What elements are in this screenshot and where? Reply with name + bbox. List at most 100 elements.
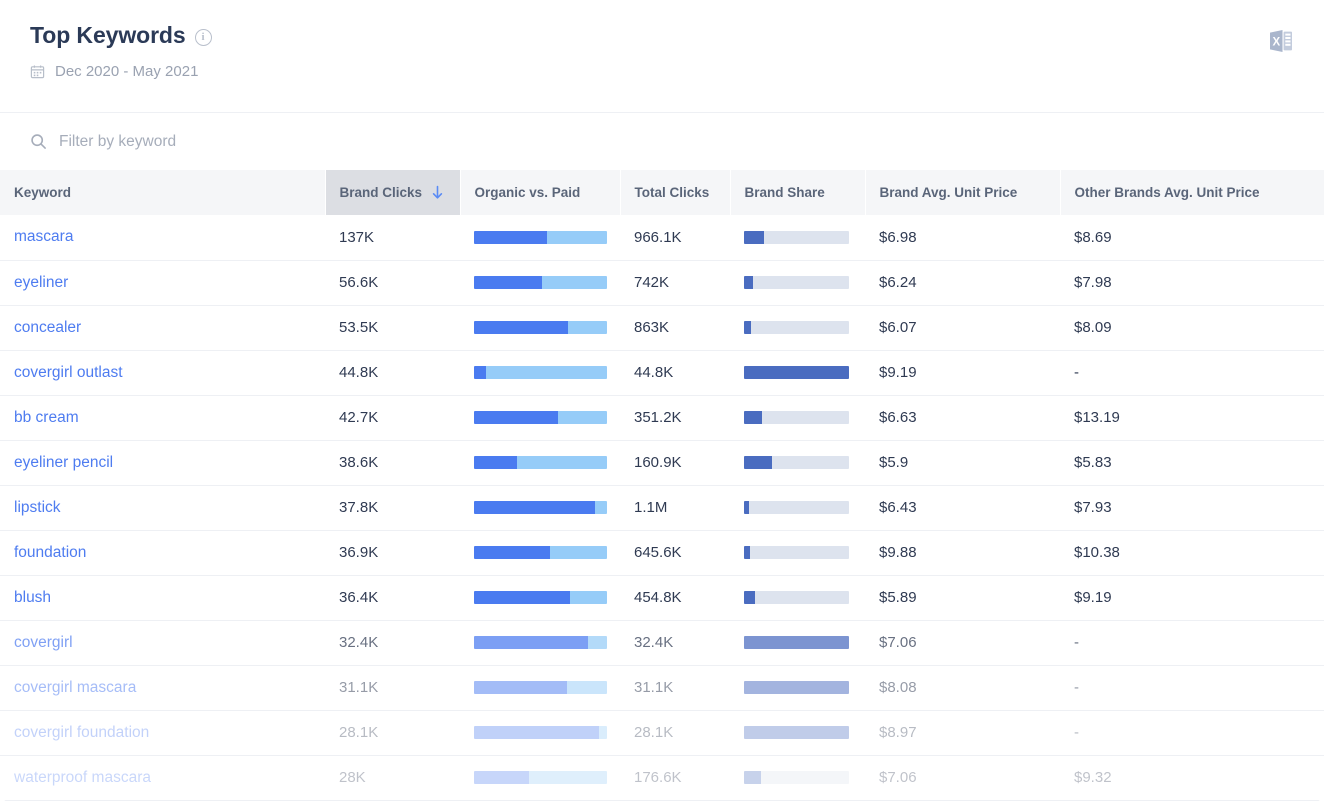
date-range-row: Dec 2020 - May 2021 [30,63,1294,80]
brand-clicks-cell: 32.4K [325,620,460,665]
brand-share-fill [744,771,761,784]
paid-segment [588,636,607,649]
other-brands-avg-unit-price-cell: $13.19 [1060,395,1324,440]
table-row: blush36.4K454.8K$5.89$9.19 [0,575,1324,620]
brand-share-bar [744,771,849,784]
keyword-link[interactable]: lipstick [14,499,61,516]
brand-share-cell [730,620,865,665]
column-header-brand-clicks[interactable]: Brand Clicks [325,170,460,215]
brand-share-bar [744,321,849,334]
keyword-link[interactable]: concealer [14,319,81,336]
excel-export-button[interactable]: X [1264,26,1298,60]
keyword-link[interactable]: mascara [14,228,73,245]
keyword-link[interactable]: covergirl foundation [14,724,149,741]
total-clicks-cell: 645.6K [620,530,730,575]
table-header-row: Keyword Brand Clicks Organic v [0,170,1324,215]
brand-avg-unit-price-cell: $6.43 [865,485,1060,530]
organic-paid-bar [474,636,607,649]
organic-segment [474,501,595,514]
paid-segment [547,231,607,244]
paid-segment [599,726,607,739]
column-header-label: Organic vs. Paid [475,185,581,200]
keyword-link[interactable]: eyeliner pencil [14,454,113,471]
total-clicks-cell: 44.8K [620,350,730,395]
brand-share-fill [744,411,762,424]
brand-share-cell [730,305,865,350]
keyword-cell: foundation [0,530,325,575]
organic-vs-paid-cell [460,530,620,575]
column-header-other-brands-avg-unit-price[interactable]: Other Brands Avg. Unit Price [1060,170,1324,215]
other-brands-avg-unit-price-cell: $7.98 [1060,260,1324,305]
organic-paid-bar [474,276,607,289]
brand-avg-unit-price-cell: $6.63 [865,395,1060,440]
column-header-keyword[interactable]: Keyword [0,170,325,215]
brand-avg-unit-price-cell: $7.06 [865,620,1060,665]
table-row: waterproof mascara28K176.6K$7.06$9.32 [0,755,1324,800]
total-clicks-cell: 742K [620,260,730,305]
organic-vs-paid-cell [460,305,620,350]
keyword-link[interactable]: bb cream [14,409,79,426]
info-icon[interactable]: i [195,29,212,46]
organic-segment [474,726,599,739]
brand-clicks-cell: 31.1K [325,665,460,710]
paid-segment [529,771,607,784]
brand-share-fill [744,276,753,289]
brand-avg-unit-price-cell: $6.07 [865,305,1060,350]
keyword-link[interactable]: eyeliner [14,274,68,291]
keyword-link[interactable]: blush [14,589,51,606]
brand-clicks-cell: 44.8K [325,350,460,395]
other-brands-avg-unit-price-cell: $9.19 [1060,575,1324,620]
column-header-total-clicks[interactable]: Total Clicks [620,170,730,215]
organic-segment [474,636,588,649]
keyword-cell: eyeliner pencil [0,440,325,485]
keyword-cell: covergirl outlast [0,350,325,395]
keyword-cell: eyeliner [0,260,325,305]
keyword-link[interactable]: covergirl [14,634,73,651]
other-brands-avg-unit-price-cell: - [1060,710,1324,755]
brand-avg-unit-price-cell: $9.19 [865,350,1060,395]
paid-segment [558,411,607,424]
svg-text:X: X [1272,36,1280,48]
brand-share-bar [744,231,849,244]
top-keywords-card: Top Keywords i Dec 2020 - May 2021 [0,0,1324,804]
column-header-organic-vs-paid[interactable]: Organic vs. Paid [460,170,620,215]
total-clicks-cell: 966.1K [620,215,730,260]
other-brands-avg-unit-price-cell: $8.69 [1060,215,1324,260]
table-row: covergirl32.4K32.4K$7.06- [0,620,1324,665]
brand-avg-unit-price-cell: $5.9 [865,440,1060,485]
keyword-link[interactable]: covergirl outlast [14,364,123,381]
column-header-brand-share[interactable]: Brand Share [730,170,865,215]
organic-vs-paid-cell [460,260,620,305]
keyword-cell: lipstick [0,485,325,530]
column-header-brand-avg-unit-price[interactable]: Brand Avg. Unit Price [865,170,1060,215]
paid-segment [568,321,607,334]
title-row: Top Keywords i [30,22,1294,49]
other-brands-avg-unit-price-cell: $7.93 [1060,485,1324,530]
organic-vs-paid-cell [460,575,620,620]
keyword-link[interactable]: waterproof mascara [14,769,151,786]
keyword-link[interactable]: foundation [14,544,86,561]
keyword-cell: covergirl foundation [0,710,325,755]
brand-clicks-cell: 37.8K [325,485,460,530]
organic-vs-paid-cell [460,710,620,755]
paid-segment [542,276,607,289]
brand-share-cell [730,710,865,755]
paid-segment [486,366,607,379]
organic-vs-paid-cell [460,485,620,530]
brand-clicks-cell: 38.6K [325,440,460,485]
organic-paid-bar [474,771,607,784]
table-row: eyeliner56.6K742K$6.24$7.98 [0,260,1324,305]
keyword-cell: waterproof mascara [0,755,325,800]
brand-avg-unit-price-cell: $7.06 [865,755,1060,800]
search-input[interactable] [59,133,479,151]
paid-segment [550,546,607,559]
other-brands-avg-unit-price-cell: - [1060,620,1324,665]
keyword-link[interactable]: covergirl mascara [14,679,136,696]
brand-avg-unit-price-cell: $8.97 [865,710,1060,755]
organic-paid-bar [474,456,607,469]
organic-segment [474,231,547,244]
brand-avg-unit-price-cell: $9.88 [865,530,1060,575]
brand-share-cell [730,350,865,395]
brand-clicks-cell: 56.6K [325,260,460,305]
brand-share-cell [730,485,865,530]
